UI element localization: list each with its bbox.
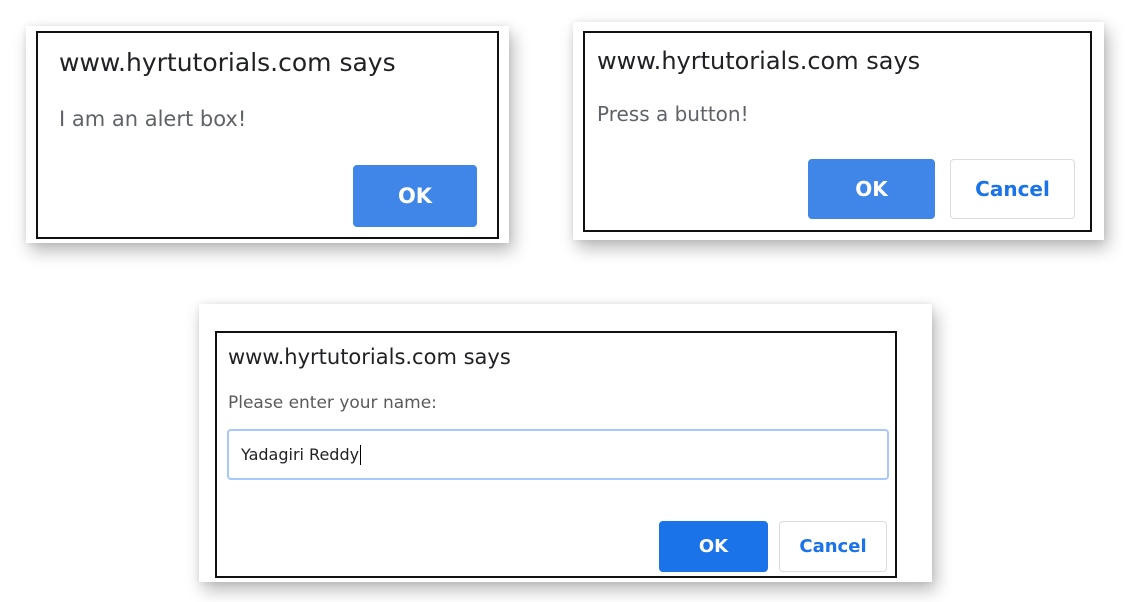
prompt-dialog-title: www.hyrtutorials.com says	[228, 345, 511, 369]
alert-dialog-screenshot: www.hyrtutorials.com says I am an alert …	[26, 26, 509, 243]
prompt-cancel-button[interactable]: Cancel	[779, 521, 887, 572]
prompt-ok-button[interactable]: OK	[659, 521, 768, 572]
confirm-dialog: www.hyrtutorials.com says Press a button…	[583, 31, 1092, 232]
alert-dialog: www.hyrtutorials.com says I am an alert …	[36, 31, 499, 239]
text-caret	[360, 444, 362, 465]
alert-dialog-title: www.hyrtutorials.com says	[59, 48, 396, 77]
alert-dialog-message: I am an alert box!	[59, 107, 247, 131]
alert-ok-button[interactable]: OK	[353, 165, 477, 227]
prompt-dialog: www.hyrtutorials.com says Please enter y…	[215, 331, 897, 578]
name-input-value: Yadagiri Reddy	[241, 445, 360, 464]
confirm-dialog-title: www.hyrtutorials.com says	[597, 47, 921, 75]
confirm-ok-button[interactable]: OK	[808, 159, 935, 219]
prompt-dialog-message: Please enter your name:	[228, 393, 437, 413]
confirm-cancel-button[interactable]: Cancel	[950, 159, 1075, 219]
name-input[interactable]: Yadagiri Reddy	[227, 429, 889, 480]
confirm-dialog-screenshot: www.hyrtutorials.com says Press a button…	[573, 22, 1104, 240]
prompt-dialog-screenshot: www.hyrtutorials.com says Please enter y…	[199, 304, 932, 582]
confirm-dialog-message: Press a button!	[597, 102, 749, 126]
